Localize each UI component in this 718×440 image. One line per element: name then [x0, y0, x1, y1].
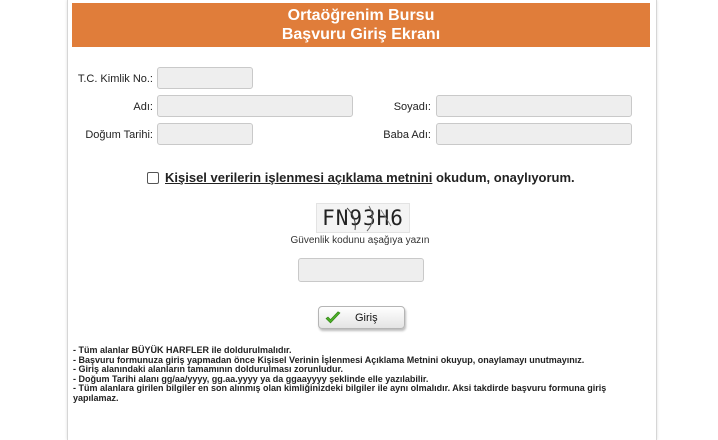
- ad-label: Adı:: [133, 101, 153, 113]
- consent-row: Kişisel verilerin işlenmesi açıklama met…: [147, 170, 575, 185]
- baba-adi-label: Baba Adı:: [383, 129, 431, 141]
- instructions-list: - Tüm alanlar BÜYÜK HARFLER ile doldurul…: [73, 345, 648, 403]
- tc-kimlik-input[interactable]: [157, 67, 253, 89]
- captcha-input[interactable]: [298, 258, 424, 282]
- header-title-line1: Ortaöğrenim Bursu: [287, 7, 435, 24]
- ad-input[interactable]: [157, 95, 353, 117]
- consent-checkbox[interactable]: [147, 171, 159, 184]
- captcha-hint: Güvenlik kodunu aşağıya yazın: [290, 235, 430, 246]
- captcha-image: FN93H6: [316, 203, 410, 233]
- checkmark-icon: [325, 310, 341, 323]
- consent-link[interactable]: Kişisel verilerin işlenmesi açıklama met…: [165, 170, 432, 185]
- tc-label: T.C. Kimlik No.:: [77, 73, 153, 85]
- soyad-input[interactable]: [436, 95, 632, 117]
- giris-button-label: Giriş: [355, 311, 378, 324]
- instruction-item: - Tüm alanlara girilen bilgiler en son a…: [73, 383, 607, 403]
- captcha-noise-lines: [346, 205, 392, 232]
- giris-button[interactable]: Giriş: [318, 306, 405, 329]
- dogum-tarihi-input[interactable]: [157, 123, 253, 145]
- dogum-tarihi-label: Doğum Tarihi:: [85, 129, 153, 141]
- consent-suffix: okudum, onaylıyorum.: [432, 170, 575, 185]
- page-header: Ortaöğrenim Bursu Başvuru Giriş Ekranı: [72, 3, 650, 47]
- soyad-label: Soyadı:: [393, 101, 431, 113]
- header-title-line2: Başvuru Giriş Ekranı: [281, 26, 441, 43]
- baba-adi-input[interactable]: [436, 123, 632, 145]
